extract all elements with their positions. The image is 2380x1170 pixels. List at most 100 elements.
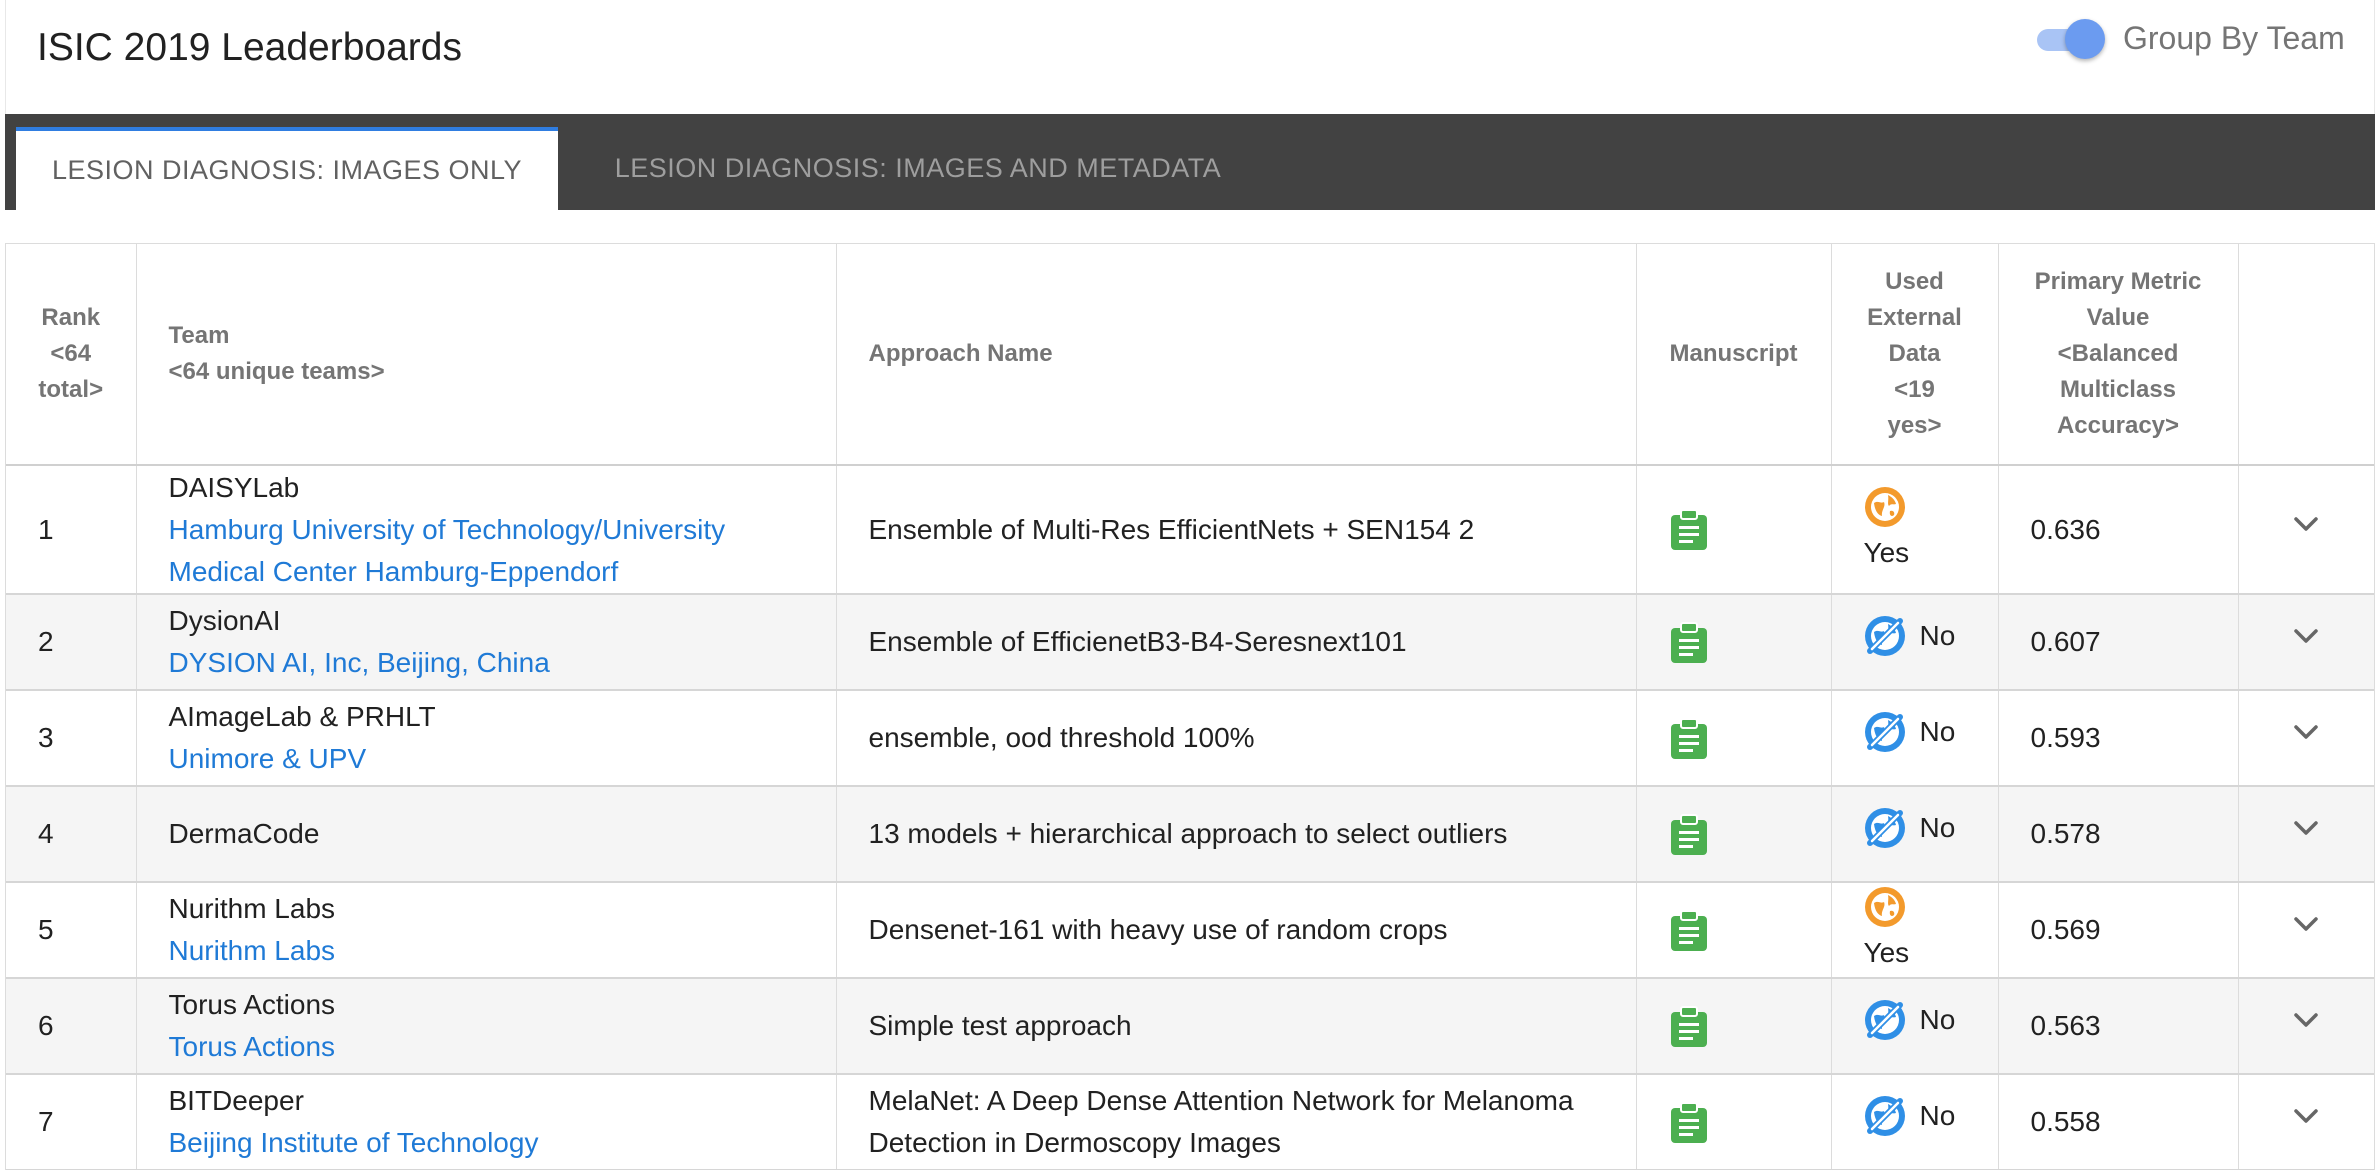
rank-cell: 1: [6, 465, 137, 595]
metric-cell: 0.636: [1998, 465, 2239, 595]
clipboard-icon[interactable]: [1669, 717, 1709, 760]
table-row[interactable]: 2 DysionAI DYSION AI, Inc, Beijing, Chin…: [6, 594, 2374, 691]
table-row[interactable]: 4 DermaCode 13 models + hierarchical app…: [6, 786, 2374, 883]
metric-value: 0.593: [2030, 722, 2101, 753]
chevron-down-icon[interactable]: [2290, 716, 2322, 748]
rank-cell: 4: [6, 786, 137, 883]
rank-cell: 3: [6, 690, 137, 787]
tab-images-only[interactable]: LESION DIAGNOSIS: IMAGES ONLY: [16, 127, 558, 210]
team-name: DermaCode: [168, 818, 320, 849]
manuscript-cell: [1636, 594, 1832, 691]
chevron-down-icon[interactable]: [2290, 812, 2322, 844]
manuscript-cell: [1636, 1074, 1832, 1170]
chevron-down-icon[interactable]: [2290, 1100, 2322, 1132]
approach-name: Simple test approach: [868, 1010, 1132, 1041]
table-row[interactable]: 5 Nurithm Labs Nurithm Labs Densenet-161…: [6, 882, 2374, 979]
expand-cell: [2238, 465, 2374, 595]
table-header-row: Rank <64 total> Team <64 unique teams> Appr…: [6, 244, 2374, 466]
clipboard-icon[interactable]: [1669, 1101, 1709, 1144]
approach-cell: 13 models + hierarchical approach to sel…: [836, 786, 1637, 883]
rank-value: 2: [38, 626, 54, 657]
external-data-value: No: [1919, 620, 1956, 651]
metric-value: 0.563: [2030, 1010, 2101, 1041]
header-manuscript[interactable]: Manuscript: [1636, 244, 1832, 466]
leaderboard-app: ISIC 2019 Leaderboards Group By Team LES…: [5, 0, 2375, 1170]
header-team[interactable]: Team <64 unique teams>: [136, 244, 837, 466]
team-name: DysionAI: [168, 605, 281, 636]
metric-value: 0.569: [2030, 914, 2101, 945]
team-affiliation-link[interactable]: Unimore & UPV: [169, 738, 804, 780]
external-data-indicator: No: [1864, 1095, 1955, 1137]
team-name: Torus Actions: [168, 989, 336, 1020]
team-name: BITDeeper: [168, 1085, 304, 1116]
expand-cell: [2238, 1074, 2374, 1170]
external-data-indicator: No: [1864, 615, 1956, 657]
globe-off-icon: [1864, 807, 1906, 849]
rank-value: 1: [38, 513, 54, 545]
approach-cell: Ensemble of EfficienetB3-B4-Seresnext101: [836, 594, 1637, 691]
clipboard-icon[interactable]: [1669, 1005, 1709, 1048]
external-data-cell: No: [1831, 690, 1999, 787]
header-primary-metric[interactable]: Primary Metric Value <Balanced Multiclass Ac…: [1998, 244, 2239, 466]
header-expand: [2238, 244, 2374, 466]
header-external-data[interactable]: Used External Data <19 yes>: [1831, 244, 1999, 466]
manuscript-cell: [1636, 882, 1832, 979]
table-row[interactable]: 1 DAISYLab Hamburg University of Technol…: [6, 465, 2374, 595]
globe-icon: [1864, 886, 1906, 928]
team-affiliation-link[interactable]: DYSION AI, Inc, Beijing, China: [169, 642, 804, 684]
approach-cell: MelaNet: A Deep Dense Attention Network …: [836, 1074, 1637, 1170]
approach-name: 13 models + hierarchical approach to sel…: [868, 818, 1508, 849]
group-by-team-toggle[interactable]: [2031, 17, 2107, 61]
expand-cell: [2238, 882, 2374, 979]
team-affiliation-link[interactable]: Beijing Institute of Technology: [169, 1122, 804, 1164]
manuscript-cell: [1636, 786, 1832, 883]
team-cell: BITDeeper Beijing Institute of Technolog…: [136, 1074, 837, 1170]
team-cell: DermaCode: [136, 786, 837, 883]
team-affiliation-link[interactable]: Hamburg University of Technology/Univers…: [169, 509, 804, 593]
metric-value: 0.636: [2030, 513, 2101, 545]
clipboard-icon[interactable]: [1669, 621, 1709, 664]
rank-cell: 6: [6, 978, 137, 1075]
metric-cell: 0.593: [1998, 690, 2239, 787]
clipboard-icon[interactable]: [1669, 909, 1709, 952]
metric-cell: 0.563: [1998, 978, 2239, 1075]
team-name: AImageLab & PRHLT: [168, 701, 436, 732]
chevron-down-icon[interactable]: [2290, 1004, 2322, 1036]
manuscript-cell: [1636, 690, 1832, 787]
team-affiliation-link[interactable]: Torus Actions: [169, 1026, 804, 1068]
header-rank[interactable]: Rank <64 total>: [6, 244, 137, 466]
table-row[interactable]: 6 Torus Actions Torus Actions Simple tes…: [6, 978, 2374, 1075]
team-cell: Nurithm Labs Nurithm Labs: [136, 882, 837, 979]
tab-images-and-metadata[interactable]: LESION DIAGNOSIS: IMAGES AND METADATA: [585, 127, 1251, 210]
rank-cell: 5: [6, 882, 137, 979]
external-data-indicator: No: [1864, 711, 1955, 753]
clipboard-icon[interactable]: [1669, 509, 1709, 551]
chevron-down-icon[interactable]: [2290, 908, 2322, 940]
team-affiliation-link[interactable]: Nurithm Labs: [169, 930, 804, 972]
toggle-knob: [2065, 19, 2105, 59]
approach-name: ensemble, ood threshold 100%: [868, 722, 1255, 753]
approach-cell: Ensemble of Multi-Res EfficientNets + SE…: [836, 465, 1637, 595]
globe-off-icon: [1864, 615, 1906, 657]
external-data-cell: Yes: [1831, 465, 1999, 595]
approach-name: Ensemble of EfficienetB3-B4-Seresnext101: [868, 626, 1407, 657]
table-row[interactable]: 7 BITDeeper Beijing Institute of Technol…: [6, 1074, 2374, 1170]
manuscript-cell: [1636, 978, 1832, 1075]
metric-value: 0.607: [2030, 626, 2101, 657]
chevron-down-icon[interactable]: [2290, 508, 2322, 540]
top-bar: ISIC 2019 Leaderboards Group By Team: [5, 0, 2375, 114]
header-approach[interactable]: Approach Name: [836, 244, 1637, 466]
approach-cell: Densenet-161 with heavy use of random cr…: [836, 882, 1637, 979]
external-data-cell: No: [1831, 978, 1999, 1075]
clipboard-icon[interactable]: [1669, 813, 1709, 856]
table-row[interactable]: 3 AImageLab & PRHLT Unimore & UPV ensemb…: [6, 690, 2374, 787]
globe-icon: [1864, 486, 1906, 528]
external-data-value: No: [1919, 1004, 1956, 1035]
approach-cell: ensemble, ood threshold 100%: [836, 690, 1637, 787]
chevron-down-icon[interactable]: [2290, 620, 2322, 652]
team-name: Nurithm Labs: [168, 893, 336, 924]
expand-cell: [2238, 594, 2374, 691]
external-data-indicator: Yes: [1864, 886, 1909, 974]
rank-value: 3: [38, 722, 54, 753]
external-data-value: No: [1919, 812, 1956, 843]
